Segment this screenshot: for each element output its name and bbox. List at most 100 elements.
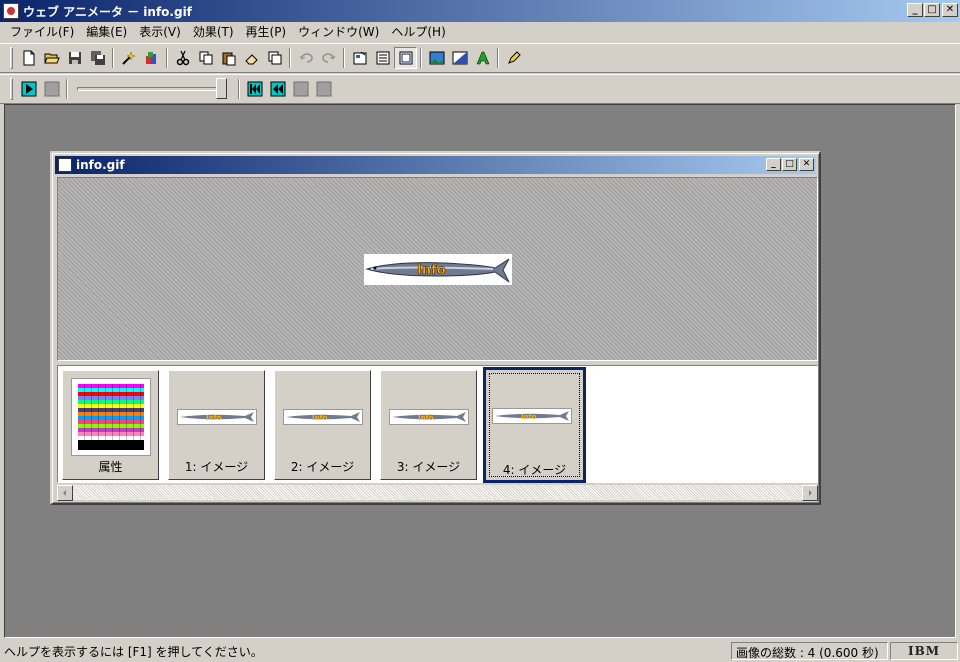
close-button[interactable]: ✕ <box>942 3 958 17</box>
toolbar-separator <box>497 48 499 68</box>
properties-button[interactable] <box>348 47 371 69</box>
fish-thumbnail-icon: Info <box>180 412 254 422</box>
image-effect-button[interactable] <box>425 47 448 69</box>
toolbar-separator <box>238 79 240 99</box>
ibm-logo: IBM <box>890 642 958 660</box>
transition-button[interactable] <box>448 47 471 69</box>
toolbar-grip[interactable] <box>10 47 13 69</box>
open-button[interactable] <box>40 47 63 69</box>
document-close-button[interactable]: ✕ <box>799 158 814 171</box>
frame-label: 1: イメージ <box>184 460 249 474</box>
new-file-icon <box>23 50 34 66</box>
wizard-icon <box>121 51 136 65</box>
status-help-text: ヘルプを表示するには [F1] を押してください。 <box>4 645 263 659</box>
cut-button[interactable] <box>171 47 194 69</box>
caption-buttons: _ □ ✕ <box>906 3 958 17</box>
toolbar-group-main <box>6 45 529 71</box>
document-title-bar[interactable]: info.gif _ □ ✕ <box>55 156 816 174</box>
fish-thumbnail-icon: Info <box>392 412 466 422</box>
frame-card-4[interactable]: Info 4: イメージ <box>483 367 586 483</box>
toolbar-grip[interactable] <box>10 78 13 100</box>
frame-strip[interactable]: 属性 Info 1: イメージ Info 2: イメージ Info 3: イメー… <box>57 365 818 483</box>
toolbar-separator <box>343 48 345 68</box>
slider-thumb[interactable] <box>216 78 227 99</box>
list-view-icon <box>376 51 389 65</box>
scroll-left-button[interactable] <box>57 485 73 501</box>
fish-thumbnail-icon: Info <box>286 412 360 422</box>
frame-card-attributes[interactable]: 属性 <box>62 370 159 480</box>
frame-thumbnail: Info <box>177 409 257 425</box>
list-view-button[interactable] <box>371 47 394 69</box>
transition-icon <box>452 51 467 65</box>
app-title: ウェブ アニメータ － info.gif <box>23 4 192 19</box>
previous-frame-button[interactable] <box>266 78 289 100</box>
save-disk-icon <box>68 52 81 64</box>
last-frame-button[interactable] <box>312 78 335 100</box>
app-icon[interactable] <box>3 3 19 19</box>
scroll-right-button[interactable] <box>802 485 818 501</box>
minimize-button[interactable]: _ <box>907 3 923 17</box>
preview-image: Info <box>364 254 512 285</box>
document-icon[interactable] <box>58 158 72 172</box>
play-icon <box>21 81 36 97</box>
menu-effects[interactable]: 効果(T) <box>187 23 240 41</box>
arrow-left-icon <box>63 490 66 496</box>
paste-icon <box>222 52 235 66</box>
new-button[interactable] <box>17 47 40 69</box>
frame-label: 3: イメージ <box>396 460 461 474</box>
fish-thumbnail-icon: Info <box>495 411 569 421</box>
text-effect-button[interactable] <box>471 47 494 69</box>
toolbar-separator <box>166 48 168 68</box>
scroll-track[interactable] <box>73 485 802 500</box>
frame-label: 2: イメージ <box>290 460 355 474</box>
save-button[interactable] <box>63 47 86 69</box>
open-folder-icon <box>43 53 60 64</box>
status-frame-count: 画像の総数 : 4 (0.600 秒) <box>731 642 888 660</box>
horizontal-scrollbar[interactable] <box>57 484 818 501</box>
svg-text:Info: Info <box>417 263 446 278</box>
rewind-icon <box>270 81 285 97</box>
frame-view-button[interactable] <box>394 47 417 69</box>
menu-help[interactable]: ヘルプ(H) <box>385 23 451 41</box>
paint-button[interactable] <box>140 47 163 69</box>
toolbar-group-play <box>6 76 339 102</box>
wizard-button[interactable] <box>117 47 140 69</box>
frame-card-2[interactable]: Info 2: イメージ <box>274 370 371 480</box>
pencil-button[interactable] <box>502 47 525 69</box>
menu-play[interactable]: 再生(P) <box>240 23 293 41</box>
arrow-right-icon <box>809 490 812 496</box>
toolbar-separator <box>289 48 291 68</box>
svg-text:Info: Info <box>312 414 328 422</box>
frame-thumbnail: Info <box>492 408 572 424</box>
menu-window[interactable]: ウィンドウ(W) <box>292 23 385 41</box>
svg-text:Info: Info <box>521 413 537 421</box>
copy-button[interactable] <box>194 47 217 69</box>
document-minimize-button[interactable]: _ <box>766 158 781 171</box>
document-window[interactable]: info.gif _ □ ✕ Info 属性 Info 1: イメージ Info… <box>50 151 821 505</box>
forward-end-icon <box>316 81 331 97</box>
save-all-button[interactable] <box>86 47 109 69</box>
duplicate-button[interactable] <box>263 47 286 69</box>
image-icon <box>429 51 444 65</box>
eraser-icon <box>244 54 258 65</box>
toolbar-separator <box>112 48 114 68</box>
save-all-icon <box>90 51 105 65</box>
maximize-button[interactable]: □ <box>924 3 940 17</box>
app-title-bar[interactable]: ウェブ アニメータ － info.gif _ □ ✕ <box>0 0 960 22</box>
document-maximize-button[interactable]: □ <box>782 158 797 171</box>
frame-slider[interactable] <box>77 78 229 100</box>
frame-card-1[interactable]: Info 1: イメージ <box>168 370 265 480</box>
frame-card-3[interactable]: Info 3: イメージ <box>380 370 477 480</box>
menu-edit[interactable]: 編集(E) <box>80 23 133 41</box>
animation-preview[interactable]: Info <box>57 177 818 361</box>
paste-button[interactable] <box>217 47 240 69</box>
first-frame-button[interactable] <box>243 78 266 100</box>
menu-view[interactable]: 表示(V) <box>133 23 187 41</box>
play-button[interactable] <box>17 78 40 100</box>
next-frame-button[interactable] <box>289 78 312 100</box>
redo-button[interactable] <box>317 47 340 69</box>
stop-button[interactable] <box>40 78 63 100</box>
menu-file[interactable]: ファイル(F) <box>4 23 80 41</box>
erase-button[interactable] <box>240 47 263 69</box>
undo-button[interactable] <box>294 47 317 69</box>
